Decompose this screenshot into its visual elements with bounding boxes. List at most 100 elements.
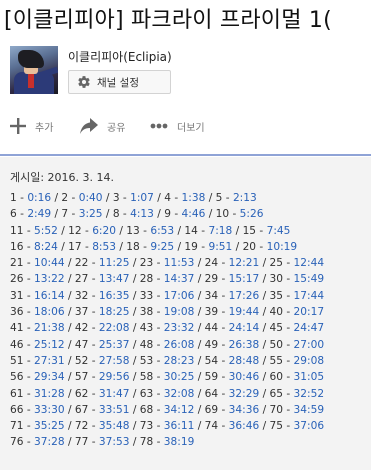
track-number: / 22 - xyxy=(64,257,99,270)
timestamp-line: 6 - 2:49 / 7 - 3:25 / 8 - 4:13 / 9 - 4:4… xyxy=(10,206,371,222)
timestamp-link[interactable]: 34:12 xyxy=(164,404,195,416)
timestamp-link[interactable]: 37:06 xyxy=(294,420,325,432)
timestamp-link[interactable]: 5:52 xyxy=(34,225,58,237)
timestamp-link[interactable]: 35:48 xyxy=(99,420,130,432)
timestamp-link[interactable]: 27:00 xyxy=(294,339,325,351)
timestamp-link[interactable]: 37:53 xyxy=(99,436,130,448)
timestamp-link[interactable]: 27:31 xyxy=(34,355,65,367)
timestamp-link[interactable]: 26:08 xyxy=(164,339,195,351)
track-number: / 43 - xyxy=(129,322,164,335)
timestamp-link[interactable]: 33:30 xyxy=(34,404,65,416)
timestamp-link[interactable]: 12:21 xyxy=(229,257,260,269)
timestamp-link[interactable]: 12:44 xyxy=(294,257,325,269)
timestamp-link[interactable]: 6:20 xyxy=(92,225,116,237)
track-number: / 10 - xyxy=(205,208,240,221)
timestamp-link[interactable]: 2:13 xyxy=(233,192,257,204)
timestamp-link[interactable]: 0:16 xyxy=(27,192,51,204)
timestamp-link[interactable]: 10:19 xyxy=(267,241,298,253)
timestamp-link[interactable]: 17:06 xyxy=(164,290,195,302)
timestamp-link[interactable]: 7:45 xyxy=(267,225,291,237)
timestamp-link[interactable]: 17:26 xyxy=(229,290,260,302)
timestamp-link[interactable]: 4:13 xyxy=(130,208,154,220)
timestamp-link[interactable]: 36:11 xyxy=(164,420,195,432)
timestamp-link[interactable]: 15:49 xyxy=(294,273,325,285)
timestamp-link[interactable]: 9:25 xyxy=(150,241,174,253)
timestamp-link[interactable]: 18:06 xyxy=(34,306,65,318)
timestamp-link[interactable]: 13:22 xyxy=(34,273,65,285)
timestamp-link[interactable]: 18:25 xyxy=(99,306,130,318)
channel-name[interactable]: 이클리피아(Eclipia) xyxy=(68,50,172,64)
timestamp-link[interactable]: 30:46 xyxy=(229,371,260,383)
timestamp-link[interactable]: 36:46 xyxy=(229,420,260,432)
timestamp-line: 1 - 0:16 / 2 - 0:40 / 3 - 1:07 / 4 - 1:3… xyxy=(10,190,371,206)
timestamp-link[interactable]: 32:52 xyxy=(294,388,325,400)
track-number: / 15 - xyxy=(232,224,267,237)
timestamp-link[interactable]: 20:17 xyxy=(294,306,325,318)
timestamp-link[interactable]: 31:47 xyxy=(99,388,130,400)
timestamp-link[interactable]: 2:49 xyxy=(27,208,51,220)
timestamp-link[interactable]: 32:29 xyxy=(229,388,260,400)
timestamp-link[interactable]: 13:47 xyxy=(99,273,130,285)
gear-icon xyxy=(78,76,90,88)
timestamp-link[interactable]: 25:12 xyxy=(34,339,65,351)
timestamp-link[interactable]: 34:36 xyxy=(229,404,260,416)
timestamp-link[interactable]: 25:37 xyxy=(99,339,130,351)
share-button[interactable]: 공유 xyxy=(80,116,125,136)
track-number: / 24 - xyxy=(194,257,229,270)
add-button[interactable]: 추가 xyxy=(10,116,53,136)
track-number: / 60 - xyxy=(259,371,294,384)
timestamp-link[interactable]: 29:56 xyxy=(99,371,130,383)
timestamp-link[interactable]: 27:58 xyxy=(99,355,130,367)
timestamp-link[interactable]: 1:07 xyxy=(130,192,154,204)
timestamp-link[interactable]: 3:25 xyxy=(79,208,103,220)
timestamp-link[interactable]: 16:35 xyxy=(99,290,130,302)
timestamp-link[interactable]: 19:08 xyxy=(164,306,195,318)
timestamp-link[interactable]: 29:34 xyxy=(34,371,65,383)
timestamp-link[interactable]: 8:53 xyxy=(92,241,116,253)
timestamp-link[interactable]: 14:37 xyxy=(164,273,195,285)
timestamp-link[interactable]: 5:26 xyxy=(240,208,264,220)
timestamp-link[interactable]: 35:25 xyxy=(34,420,65,432)
timestamp-link[interactable]: 33:51 xyxy=(99,404,130,416)
track-number: / 64 - xyxy=(194,387,229,400)
timestamp-link[interactable]: 4:46 xyxy=(182,208,206,220)
timestamp-link[interactable]: 30:25 xyxy=(164,371,195,383)
channel-settings-button[interactable]: 채널 설정 xyxy=(68,70,171,94)
timestamp-link[interactable]: 28:23 xyxy=(164,355,195,367)
timestamp-link[interactable]: 32:08 xyxy=(164,388,195,400)
track-number: / 4 - xyxy=(153,192,182,204)
timestamp-link[interactable]: 9:51 xyxy=(208,241,232,253)
timestamp-link[interactable]: 1:38 xyxy=(182,192,206,204)
timestamp-link[interactable]: 29:08 xyxy=(294,355,325,367)
timestamp-link[interactable]: 11:25 xyxy=(99,257,130,269)
share-label: 공유 xyxy=(107,122,126,134)
timestamp-link[interactable]: 0:40 xyxy=(79,192,103,204)
timestamp-link[interactable]: 17:44 xyxy=(294,290,325,302)
timestamp-link[interactable]: 26:38 xyxy=(229,339,260,351)
timestamp-link[interactable]: 15:17 xyxy=(229,273,260,285)
timestamp-link[interactable]: 31:28 xyxy=(34,388,65,400)
timestamp-link[interactable]: 22:08 xyxy=(99,322,130,334)
timestamp-link[interactable]: 37:28 xyxy=(34,436,65,448)
timestamp-link[interactable]: 28:48 xyxy=(229,355,260,367)
track-number: / 50 - xyxy=(259,338,294,351)
timestamp-link[interactable]: 11:53 xyxy=(164,257,195,269)
timestamp-link[interactable]: 16:14 xyxy=(34,290,65,302)
timestamp-link[interactable]: 38:19 xyxy=(164,436,195,448)
timestamp-link[interactable]: 8:24 xyxy=(34,241,58,253)
timestamp-link[interactable]: 19:44 xyxy=(229,306,260,318)
track-number: / 53 - xyxy=(129,354,164,367)
track-number: / 7 - xyxy=(51,208,79,221)
timestamp-link[interactable]: 6:53 xyxy=(150,225,174,237)
timestamp-link[interactable]: 10:44 xyxy=(34,257,65,269)
timestamp-link[interactable]: 31:05 xyxy=(294,371,325,383)
timestamp-link[interactable]: 24:47 xyxy=(294,322,325,334)
timestamp-link[interactable]: 23:32 xyxy=(164,322,195,334)
timestamp-line: 66 - 33:30 / 67 - 33:51 / 68 - 34:12 / 6… xyxy=(10,402,371,418)
channel-avatar[interactable] xyxy=(10,46,58,94)
timestamp-link[interactable]: 21:38 xyxy=(34,322,65,334)
more-button[interactable]: 더보기 xyxy=(150,116,205,136)
timestamp-link[interactable]: 34:59 xyxy=(294,404,325,416)
timestamp-link[interactable]: 24:14 xyxy=(229,322,260,334)
timestamp-link[interactable]: 7:18 xyxy=(208,225,232,237)
